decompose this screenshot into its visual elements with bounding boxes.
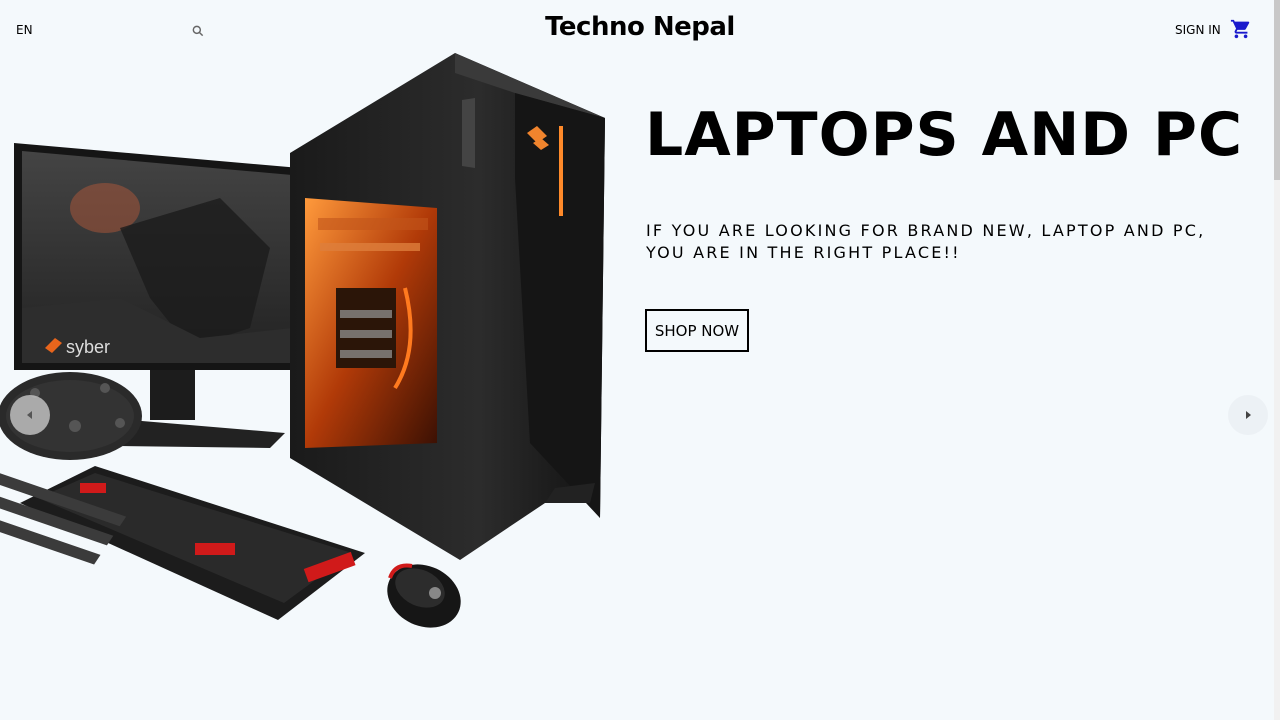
carousel-prev-button[interactable]	[10, 395, 50, 435]
hero-subtitle: IF YOU ARE LOOKING FOR BRAND NEW, LAPTOP…	[646, 221, 1206, 262]
hero-title: LAPTOPS AND PC	[645, 100, 1244, 170]
chevron-right-icon	[1246, 411, 1251, 419]
brand-logo[interactable]: Techno Nepal	[545, 12, 735, 42]
carousel-next-button[interactable]	[1228, 395, 1268, 435]
sign-in-link[interactable]: SIGN IN	[1175, 23, 1221, 37]
cart-icon[interactable]	[1230, 18, 1252, 40]
scrollbar-thumb[interactable]	[1274, 0, 1280, 180]
chevron-left-icon	[27, 411, 32, 419]
mouse-graphic	[387, 563, 461, 628]
pc-case-graphic	[290, 53, 605, 560]
language-selector[interactable]: EN	[16, 23, 33, 37]
page-scrollbar[interactable]	[1274, 0, 1280, 720]
hero-product-image: syber	[0, 53, 605, 628]
shop-now-button[interactable]: SHOP NOW	[645, 309, 749, 352]
search-icon[interactable]	[191, 23, 205, 37]
keyboard-graphic	[0, 455, 365, 620]
monitor-brand-text: syber	[66, 337, 110, 357]
